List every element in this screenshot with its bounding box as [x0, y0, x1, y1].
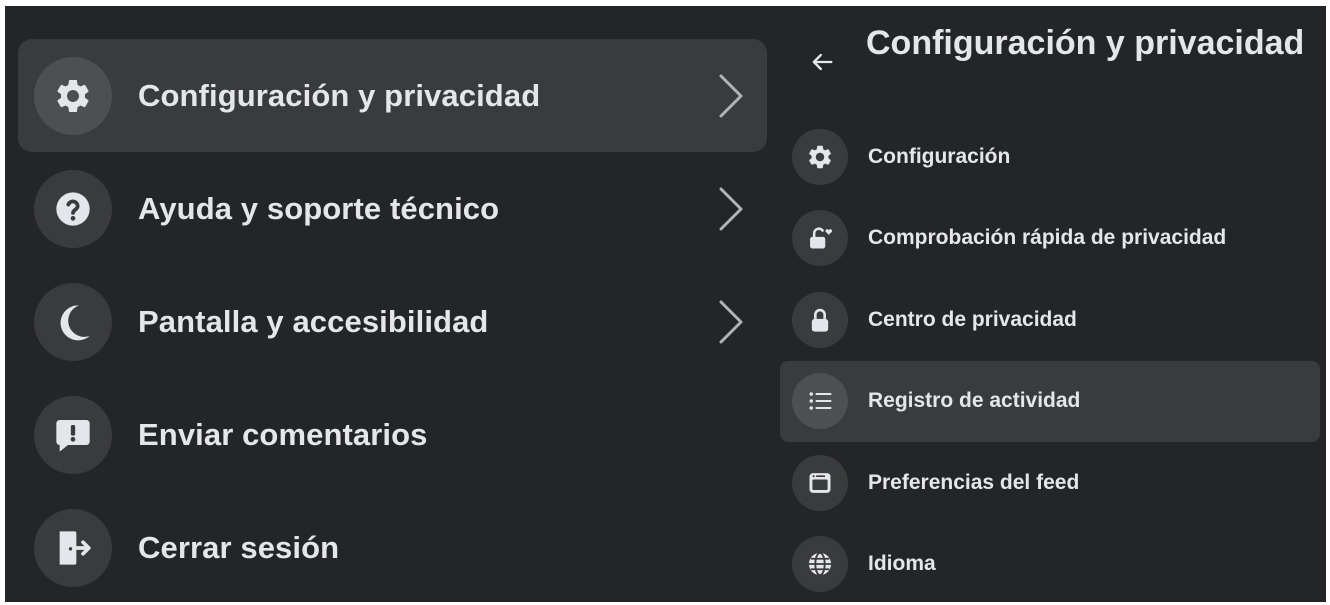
option-label: Configuración [868, 144, 1011, 168]
option-label: Registro de actividad [868, 389, 1081, 413]
menu-item-settings-privacy[interactable]: Configuración y privacidad [18, 39, 767, 152]
help-icon [34, 169, 112, 248]
option-label: Idioma [868, 552, 936, 576]
panel-header: Configuración y privacidad [780, 18, 1325, 110]
moon-icon [34, 282, 112, 361]
menu-item-logout[interactable]: Cerrar sesión [18, 491, 767, 602]
gear-icon [34, 56, 112, 135]
gear-icon [792, 128, 848, 185]
menu-item-label: Pantalla y accesibilidad [138, 303, 489, 339]
chevron-right-icon [715, 298, 745, 346]
settings-privacy-panel: Configuración y privacidad Configuración [780, 6, 1325, 602]
menu-item-label: Enviar comentarios [138, 416, 428, 452]
panel-options-list: Configuración Comprobación rápida de pri… [780, 116, 1325, 602]
globe-icon [792, 536, 848, 593]
option-language[interactable]: Idioma [780, 524, 1320, 603]
panel-title: Configuración y privacidad [866, 24, 1305, 62]
option-privacy-checkup[interactable]: Comprobación rápida de privacidad [780, 198, 1320, 280]
account-menu: Configuración y privacidad Ayuda y sopor… [18, 39, 767, 602]
menu-item-send-feedback[interactable]: Enviar comentarios [18, 378, 767, 491]
list-icon [792, 373, 848, 430]
lock-icon [792, 291, 848, 348]
option-label: Comprobación rápida de privacidad [868, 226, 1227, 250]
chevron-right-icon [715, 72, 745, 120]
menu-item-help-support[interactable]: Ayuda y soporte técnico [18, 152, 767, 265]
back-button[interactable] [802, 42, 842, 82]
feedback-icon [34, 395, 112, 474]
menu-item-label: Configuración y privacidad [138, 77, 541, 113]
option-feed-preferences[interactable]: Preferencias del feed [780, 442, 1320, 524]
chevron-right-icon [715, 185, 745, 233]
option-privacy-center[interactable]: Centro de privacidad [780, 279, 1320, 361]
arrow-left-icon [812, 53, 833, 71]
menu-item-label: Cerrar sesión [138, 529, 340, 565]
lock-heart-icon [792, 210, 848, 267]
option-label: Centro de privacidad [868, 307, 1077, 331]
option-settings[interactable]: Configuración [780, 116, 1320, 198]
logout-icon [34, 508, 112, 587]
app-frame: Configuración y privacidad Ayuda y sopor… [5, 6, 1326, 602]
option-label: Preferencias del feed [868, 470, 1080, 494]
menu-item-display-accessibility[interactable]: Pantalla y accesibilidad [18, 265, 767, 378]
menu-item-label: Ayuda y soporte técnico [138, 190, 500, 226]
option-activity-log[interactable]: Registro de actividad [780, 360, 1320, 442]
feed-icon [792, 454, 848, 511]
